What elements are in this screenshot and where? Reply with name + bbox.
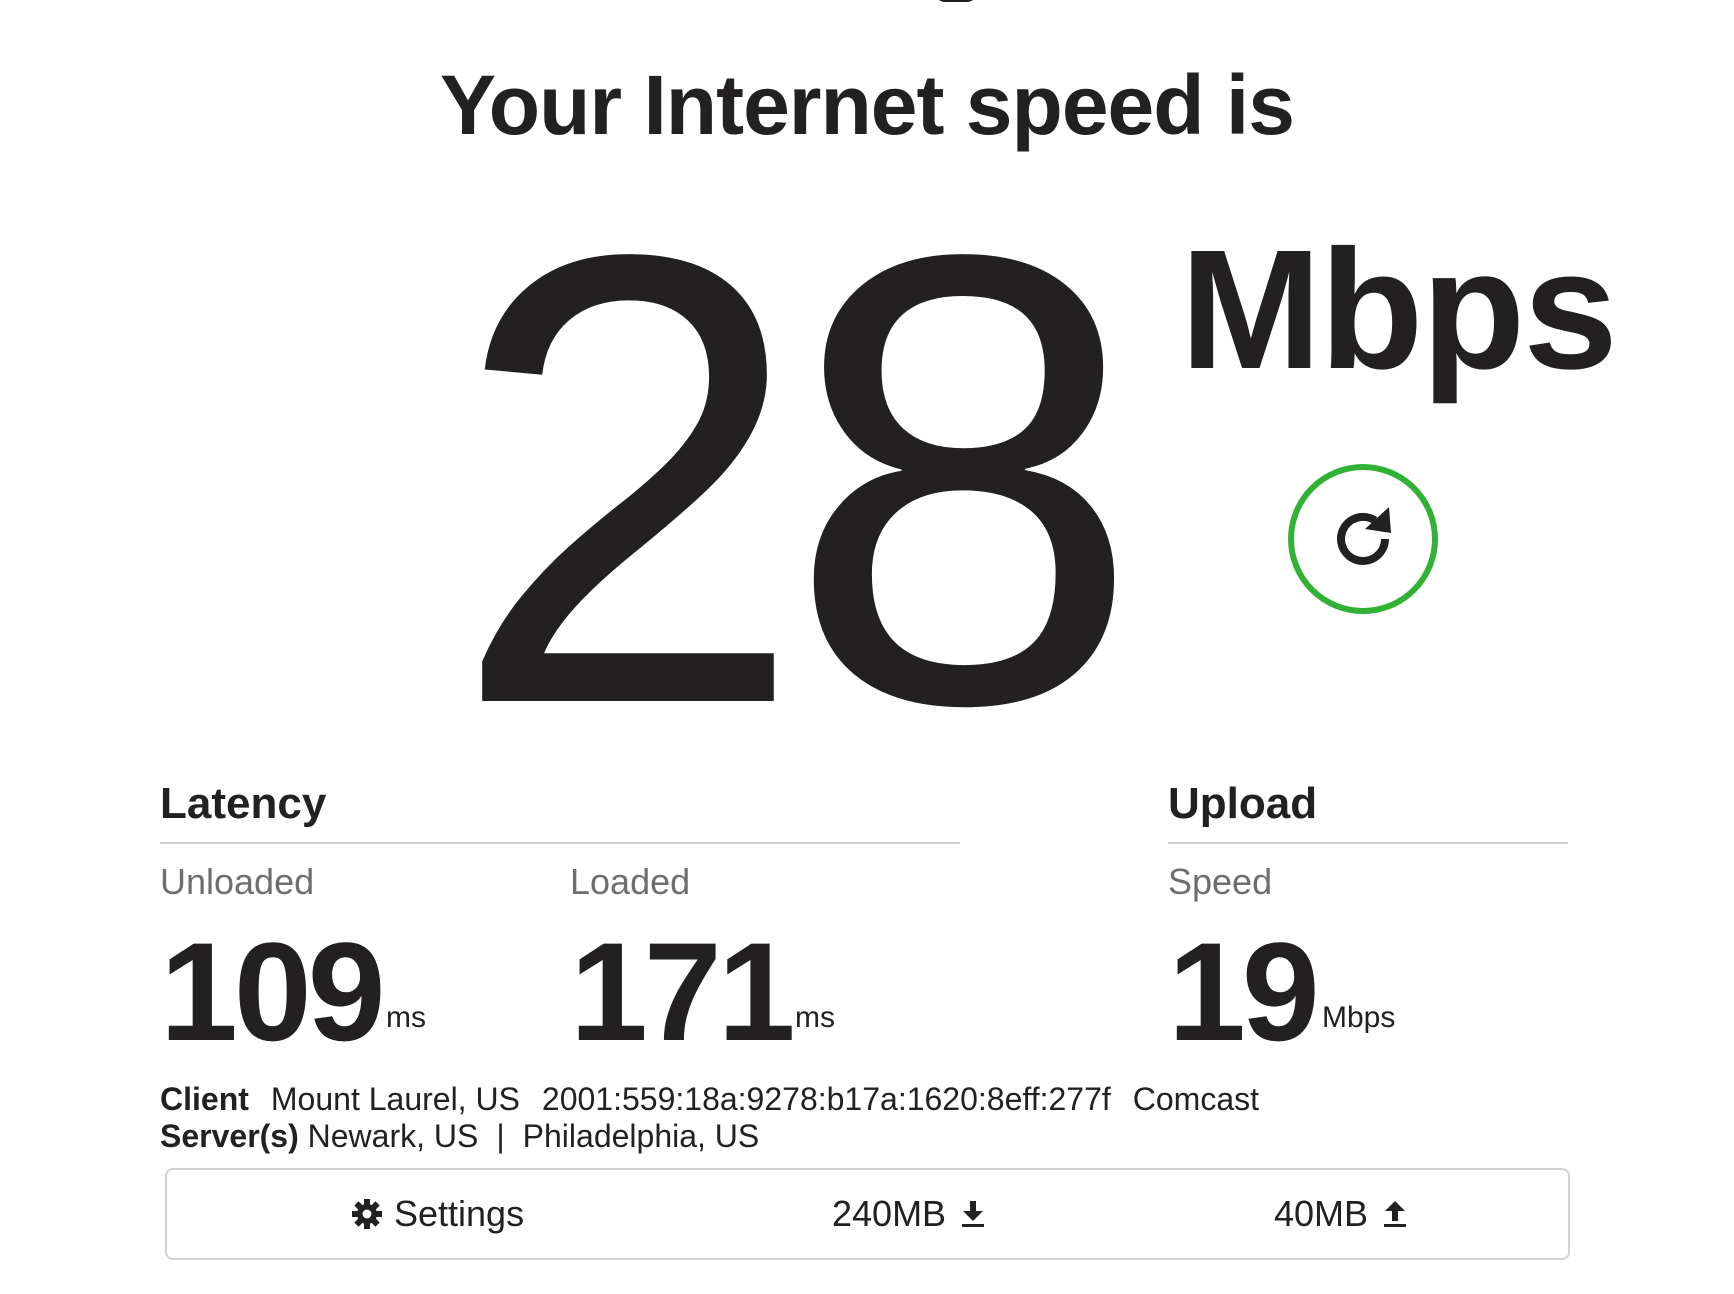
latency-title: Latency	[160, 779, 327, 828]
upload-speed-unit: Mbps	[1322, 1001, 1396, 1034]
server-separator: |	[496, 1118, 505, 1154]
gear-icon	[350, 1197, 384, 1231]
client-label: Client	[160, 1081, 249, 1117]
refresh-icon	[1337, 507, 1391, 565]
download-speed-value: 28	[450, 122, 1142, 837]
loaded-label: Loaded	[570, 861, 691, 902]
unloaded-latency-value: 109	[160, 913, 386, 1070]
server-primary: Newark, US	[307, 1118, 479, 1154]
settings-button[interactable]: Settings	[350, 1170, 524, 1258]
latency-divider	[160, 842, 960, 844]
server-label: Server(s)	[160, 1118, 299, 1154]
loaded-latency-value: 171	[570, 913, 796, 1070]
upload-speed-label: Speed	[1168, 861, 1273, 902]
client-ip: 2001:559:18a:9278:b17a:1620:8eff:277f	[541, 1081, 1111, 1117]
upload-divider	[1168, 842, 1568, 844]
retest-button[interactable]	[1288, 464, 1438, 614]
settings-bar: Settings 240MB 40MB	[165, 1168, 1570, 1260]
download-icon	[960, 1199, 986, 1229]
download-size-item[interactable]: 240MB	[832, 1170, 986, 1258]
server-secondary: Philadelphia, US	[522, 1118, 760, 1154]
upload-size-label: 40MB	[1274, 1193, 1369, 1234]
client-isp: Comcast	[1132, 1081, 1259, 1117]
upload-size-item[interactable]: 40MB	[1274, 1170, 1408, 1258]
server-info: Server(s) Newark, US | Philadelphia, US	[160, 1117, 759, 1155]
download-speed-unit: Mbps	[1180, 215, 1618, 405]
upload-speed-value: 19	[1168, 913, 1320, 1070]
loaded-latency-unit: ms	[795, 1001, 835, 1034]
upload-icon	[1382, 1199, 1408, 1229]
client-location: Mount Laurel, US	[270, 1081, 520, 1117]
logo-fragment	[935, 0, 977, 2]
settings-label: Settings	[394, 1193, 525, 1234]
download-size-label: 240MB	[832, 1193, 947, 1234]
unloaded-latency-unit: ms	[386, 1001, 426, 1034]
unloaded-label: Unloaded	[160, 861, 315, 902]
upload-title: Upload	[1168, 779, 1318, 828]
client-info: Client Mount Laurel, US 2001:559:18a:9278:…	[160, 1080, 1259, 1118]
